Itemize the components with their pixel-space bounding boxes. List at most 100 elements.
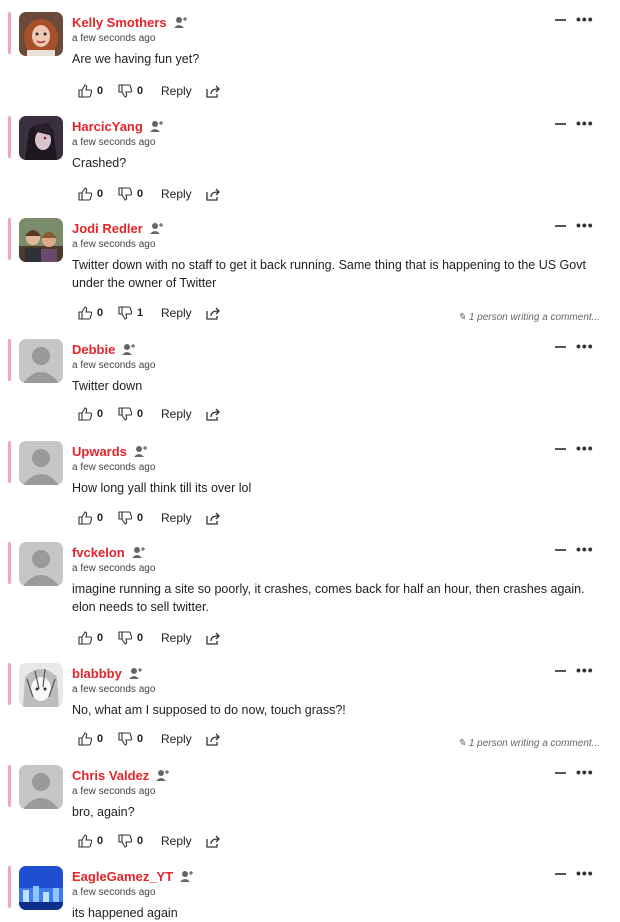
author-name[interactable]: HarcicYang xyxy=(72,119,143,134)
avatar[interactable] xyxy=(19,441,63,485)
share-icon[interactable] xyxy=(206,307,221,320)
comment-timestamp: a few seconds ago xyxy=(72,33,156,44)
share-icon[interactable] xyxy=(206,188,221,201)
more-options-icon[interactable]: ••• xyxy=(576,663,594,677)
dislike-button[interactable]: 0 xyxy=(118,834,158,848)
more-options-icon[interactable]: ••• xyxy=(576,866,594,880)
comment-timestamp: a few seconds ago xyxy=(72,684,156,695)
author-name[interactable]: Jodi Redler xyxy=(72,221,143,236)
collapse-icon[interactable] xyxy=(555,346,566,348)
like-count: 0 xyxy=(97,408,104,420)
reply-button[interactable]: Reply xyxy=(161,306,192,320)
author-name[interactable]: Debbie xyxy=(72,342,115,357)
dislike-count: 0 xyxy=(137,512,144,524)
author-name[interactable]: fvckelon xyxy=(72,545,125,560)
comment-text: Twitter down with no staff to get it bac… xyxy=(72,258,586,290)
avatar[interactable] xyxy=(19,663,63,707)
thumbs-down-icon xyxy=(118,407,132,421)
follow-user-icon[interactable] xyxy=(180,870,195,883)
follow-user-icon[interactable] xyxy=(149,222,165,235)
avatar[interactable] xyxy=(19,218,63,262)
reply-button[interactable]: Reply xyxy=(161,84,192,98)
share-icon[interactable] xyxy=(206,512,221,525)
like-button[interactable]: 0 xyxy=(78,631,118,645)
reply-button[interactable]: Reply xyxy=(161,732,192,746)
follow-user-icon[interactable] xyxy=(173,16,189,29)
more-options-icon[interactable]: ••• xyxy=(576,116,594,130)
dislike-button[interactable]: 0 xyxy=(118,84,158,98)
comment-text: bro, again? xyxy=(72,805,135,819)
dislike-button[interactable]: 1 xyxy=(118,306,158,320)
like-button[interactable]: 0 xyxy=(78,187,118,201)
reply-button[interactable]: Reply xyxy=(161,834,192,848)
collapse-icon[interactable] xyxy=(555,19,566,21)
follow-user-icon[interactable] xyxy=(149,120,165,133)
like-button[interactable]: 0 xyxy=(78,732,118,746)
comment-text: its happened again xyxy=(72,906,178,920)
comment-text: How long yall think till its over lol xyxy=(72,481,252,495)
avatar[interactable] xyxy=(19,339,63,383)
collapse-icon[interactable] xyxy=(555,448,566,450)
writing-indicator-text: 1 person writing a comment... xyxy=(468,312,600,323)
collapse-icon[interactable] xyxy=(555,772,566,774)
author-name[interactable]: Upwards xyxy=(72,444,127,459)
comment-timestamp: a few seconds ago xyxy=(72,462,156,473)
more-options-icon[interactable]: ••• xyxy=(576,765,594,779)
author-name[interactable]: Kelly Smothers xyxy=(72,15,167,30)
dislike-button[interactable]: 0 xyxy=(118,511,158,525)
thumbs-up-icon xyxy=(78,511,92,525)
collapse-icon[interactable] xyxy=(555,123,566,125)
collapse-icon[interactable] xyxy=(555,873,566,875)
follow-user-icon[interactable] xyxy=(122,343,137,356)
more-options-icon[interactable]: ••• xyxy=(576,339,594,353)
avatar[interactable] xyxy=(19,765,63,809)
like-button[interactable]: 0 xyxy=(78,84,118,98)
more-options-icon[interactable]: ••• xyxy=(576,218,594,232)
dislike-button[interactable]: 0 xyxy=(118,407,158,421)
dislike-button[interactable]: 0 xyxy=(118,732,158,746)
author-name[interactable]: EagleGamez_YT xyxy=(72,869,173,884)
dislike-button[interactable]: 0 xyxy=(118,187,158,201)
share-icon[interactable] xyxy=(206,733,221,746)
collapse-icon[interactable] xyxy=(555,549,566,551)
default-user-icon xyxy=(19,542,63,586)
follow-user-icon[interactable] xyxy=(128,667,144,680)
like-count: 0 xyxy=(97,188,104,200)
like-button[interactable]: 0 xyxy=(78,511,118,525)
reply-button[interactable]: Reply xyxy=(161,187,192,201)
reply-button[interactable]: Reply xyxy=(161,407,192,421)
collapse-icon[interactable] xyxy=(555,670,566,672)
follow-user-icon[interactable] xyxy=(156,769,171,782)
avatar[interactable] xyxy=(19,116,63,160)
more-options-icon[interactable]: ••• xyxy=(576,542,594,556)
comment-timestamp: a few seconds ago xyxy=(72,887,156,898)
share-icon[interactable] xyxy=(206,835,221,848)
author-name[interactable]: Chris Valdez xyxy=(72,768,149,783)
like-count: 0 xyxy=(97,85,104,97)
avatar[interactable] xyxy=(19,542,63,586)
follow-user-icon[interactable] xyxy=(131,546,147,559)
reply-button[interactable]: Reply xyxy=(161,511,192,525)
share-icon[interactable] xyxy=(206,632,221,645)
author-name[interactable]: blabbby xyxy=(72,666,122,681)
share-icon[interactable] xyxy=(206,408,221,421)
collapse-icon[interactable] xyxy=(555,225,566,227)
default-user-icon xyxy=(19,339,63,383)
photo-group-icon xyxy=(19,218,63,262)
share-icon[interactable] xyxy=(206,85,221,98)
dislike-count: 0 xyxy=(137,85,144,97)
thumbs-down-icon xyxy=(118,631,132,645)
reply-button[interactable]: Reply xyxy=(161,631,192,645)
avatar[interactable] xyxy=(19,12,63,56)
dislike-count: 0 xyxy=(137,632,144,644)
comment-timestamp: a few seconds ago xyxy=(72,239,156,250)
like-button[interactable]: 0 xyxy=(78,407,118,421)
follow-user-icon[interactable] xyxy=(133,445,149,458)
like-button[interactable]: 0 xyxy=(78,306,118,320)
thumbs-down-icon xyxy=(118,84,132,98)
more-options-icon[interactable]: ••• xyxy=(576,441,594,455)
more-options-icon[interactable]: ••• xyxy=(576,12,594,26)
dislike-button[interactable]: 0 xyxy=(118,631,158,645)
like-button[interactable]: 0 xyxy=(78,834,118,848)
avatar[interactable] xyxy=(19,866,63,910)
